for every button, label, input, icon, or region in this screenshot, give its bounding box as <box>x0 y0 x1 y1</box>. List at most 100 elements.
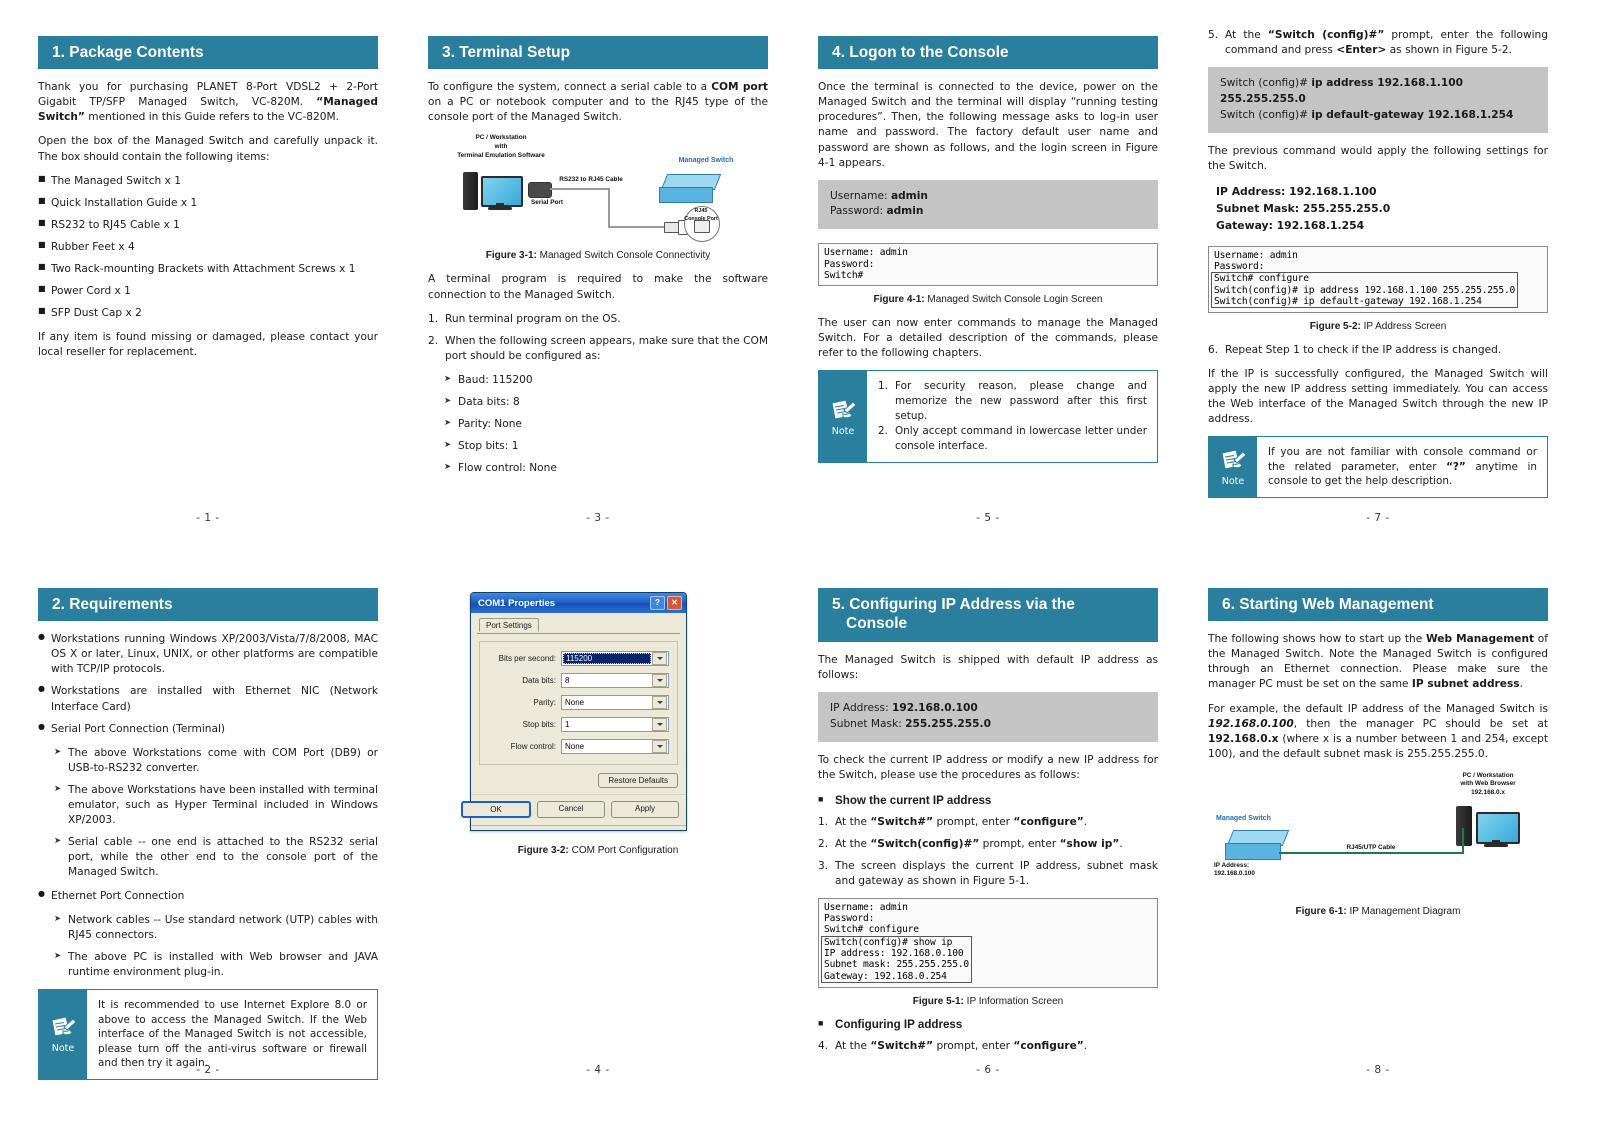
list-item: Rubber Feet x 4 <box>38 239 378 255</box>
section-3-heading: 3. Terminal Setup <box>428 36 768 70</box>
password-label: Password: <box>830 205 884 218</box>
cable-segment <box>608 226 666 229</box>
figure-3-1-cable-label: RS232 to RJ45 Cable <box>559 176 623 184</box>
section-1-heading: 1. Package Contents <box>38 36 378 70</box>
step-6: 6. Repeat Step 1 to check if the IP addre… <box>1208 343 1548 358</box>
chevron-down-icon[interactable] <box>652 696 667 709</box>
password-row: Password: admin <box>830 204 1146 220</box>
list-item: The above Workstations come with COM Por… <box>54 746 378 776</box>
username-value: admin <box>890 189 928 202</box>
figure-3-1-diagram: PC / Workstation with Terminal Emulation S… <box>428 134 768 246</box>
tabstrip: Port Settings <box>477 618 680 634</box>
section-6-para-2: For example, the default IP address of t… <box>1208 702 1548 760</box>
data-bits-select[interactable]: 8 <box>561 673 669 688</box>
figure-3-1-caption: Figure 3-1: Managed Switch Console Conne… <box>428 250 768 261</box>
restore-defaults-button[interactable]: Restore Defaults <box>598 773 678 788</box>
list-item: The above PC is installed with Web brows… <box>54 950 378 980</box>
list-item: 3. The screen displays the current IP add… <box>818 859 1158 887</box>
close-button[interactable]: ✕ <box>667 596 682 610</box>
figure-3-1-pc-label: PC / Workstation with Terminal Emulation S… <box>457 134 545 159</box>
field-value: None <box>565 698 585 707</box>
port-settings-panel: Bits per second: 115200 Data bits: 8 Par… <box>479 641 678 765</box>
figure-6-1-caption-label: Figure 6-1: <box>1295 905 1347 917</box>
default-credentials-box: Username: admin Password: admin <box>818 179 1158 230</box>
note-box-help: Note If you are not familiar with consol… <box>1208 436 1548 498</box>
dialog-base <box>471 825 686 830</box>
bits-per-second-select[interactable]: 115200 <box>561 651 669 666</box>
step-text: Run terminal program on the OS. <box>445 312 621 325</box>
figure-3-2-caption: Figure 3-2: COM Port Configuration <box>428 845 768 856</box>
figure-3-2-caption-text: COM Port Configuration <box>571 845 679 856</box>
list-item: 1. Run terminal program on the OS. <box>428 312 621 325</box>
section-4-intro: Once the terminal is connected to the de… <box>818 81 1158 169</box>
page-4: COM1 Properties ? ✕ Port Settings Bits p… <box>428 588 768 867</box>
parity-select[interactable]: None <box>561 695 669 710</box>
field-row-flow-control: Flow control: None <box>484 739 669 754</box>
page-2: 2. Requirements Workstations running Win… <box>38 588 378 1088</box>
list-item: Serial Port Connection (Terminal) <box>38 721 378 737</box>
section-1-unpack: Open the box of the Managed Switch and c… <box>38 135 378 163</box>
note-text: 1. For security reason, please change and… <box>867 371 1157 462</box>
subheading-configure-ip: Configuring IP address <box>818 1018 1158 1031</box>
list-item: The above Workstations have been install… <box>54 783 378 828</box>
note-pencil-icon <box>1221 449 1247 470</box>
section-5-heading-line2: Console <box>846 615 908 633</box>
figure-6-1-cable-label: RJ45/UTP Cable <box>1326 843 1416 853</box>
command-line-1: Switch (config)# ip address 192.168.1.10… <box>1220 76 1536 108</box>
figure-6-1-diagram: PC / Workstation with Web Browser 192.168.… <box>1208 772 1548 892</box>
figure-5-1-caption-text: IP Information Screen <box>966 995 1064 1007</box>
list-item: Serial cable -- one end is attached to t… <box>54 835 378 880</box>
list-item: RS232 to RJ45 Cable x 1 <box>38 217 378 233</box>
ok-button[interactable]: OK <box>461 801 531 818</box>
note-label: Note <box>51 1043 75 1055</box>
command-prompt: Switch (config)# <box>1220 108 1308 121</box>
list-item: Quick Installation Guide x 1 <box>38 195 378 211</box>
list-item: 2. At the “Switch(config)#” prompt, enter… <box>818 837 1123 850</box>
apply-button[interactable]: Apply <box>611 801 679 818</box>
switch-front-face <box>659 187 713 204</box>
figure-4-1-caption-text: Managed Switch Console Login Screen <box>927 294 1103 306</box>
terminal-steps: 1. Run terminal program on the OS. 2. When… <box>428 312 768 364</box>
list-item: Parity: None <box>444 417 768 432</box>
ethernet-bullet: Ethernet Port Connection <box>38 888 378 904</box>
note-label: Note <box>831 425 855 437</box>
chevron-down-icon[interactable] <box>652 674 667 687</box>
step-text: The screen displays the current IP addre… <box>835 859 1158 887</box>
applied-ip: IP Address: 192.168.1.100 <box>1216 184 1377 198</box>
stop-bits-select[interactable]: 1 <box>561 717 669 732</box>
list-item: 5. At the “Switch (config)#” prompt, ente… <box>1208 29 1548 57</box>
step-text: When the following screen appears, make … <box>445 334 768 362</box>
note-item-text: For security reason, please change and m… <box>895 380 1147 422</box>
figure-6-1-caption-text: IP Management Diagram <box>1349 905 1461 917</box>
page-7: 5. At the “Switch (config)#” prompt, ente… <box>1208 28 1548 506</box>
help-button[interactable]: ? <box>650 596 665 610</box>
flow-control-select[interactable]: None <box>561 739 669 754</box>
monitor-base <box>1484 843 1508 847</box>
list-item: Workstations are installed with Ethernet… <box>38 683 378 714</box>
page-number: - 6 - <box>976 1064 1000 1076</box>
chevron-down-icon[interactable] <box>652 740 667 753</box>
note-tab: Note <box>819 371 867 463</box>
page-number: - 3 - <box>586 512 610 524</box>
section-1-intro: Thank you for purchasing PLANET 8-Port V… <box>38 81 378 124</box>
page-number: - 1 - <box>196 512 220 524</box>
package-contents-list: The Managed Switch x 1 Quick Installatio… <box>38 173 378 321</box>
note-tab: Note <box>1209 437 1257 497</box>
cancel-button[interactable]: Cancel <box>537 801 605 818</box>
list-item: Flow control: None <box>444 461 768 476</box>
pc-tower-icon <box>463 172 478 211</box>
section-5-heading-line1: 5. Configuring IP Address via the <box>832 596 1075 613</box>
chevron-down-icon[interactable] <box>652 718 667 731</box>
figure-4-1-caption-label: Figure 4-1: <box>873 294 925 306</box>
mask-row: Subnet Mask: 255.255.255.0 <box>830 717 1146 733</box>
page-number: - 7 - <box>1366 512 1390 524</box>
section-5-closing: If the IP is successfully configured, th… <box>1208 368 1548 426</box>
chevron-down-icon[interactable] <box>652 652 667 665</box>
list-item: Network cables -- Use standard network (… <box>54 913 378 943</box>
console-highlight-lines: Switch# configure Switch(config)# ip add… <box>1211 272 1519 309</box>
mask-label: Subnet Mask: <box>830 717 902 730</box>
serial-port-sublist: The above Workstations come with COM Por… <box>54 746 378 880</box>
field-label: Data bits: <box>522 676 556 685</box>
page-6: 5. Configuring IP Address via the Consol… <box>818 588 1158 1063</box>
tab-port-settings[interactable]: Port Settings <box>479 618 539 632</box>
